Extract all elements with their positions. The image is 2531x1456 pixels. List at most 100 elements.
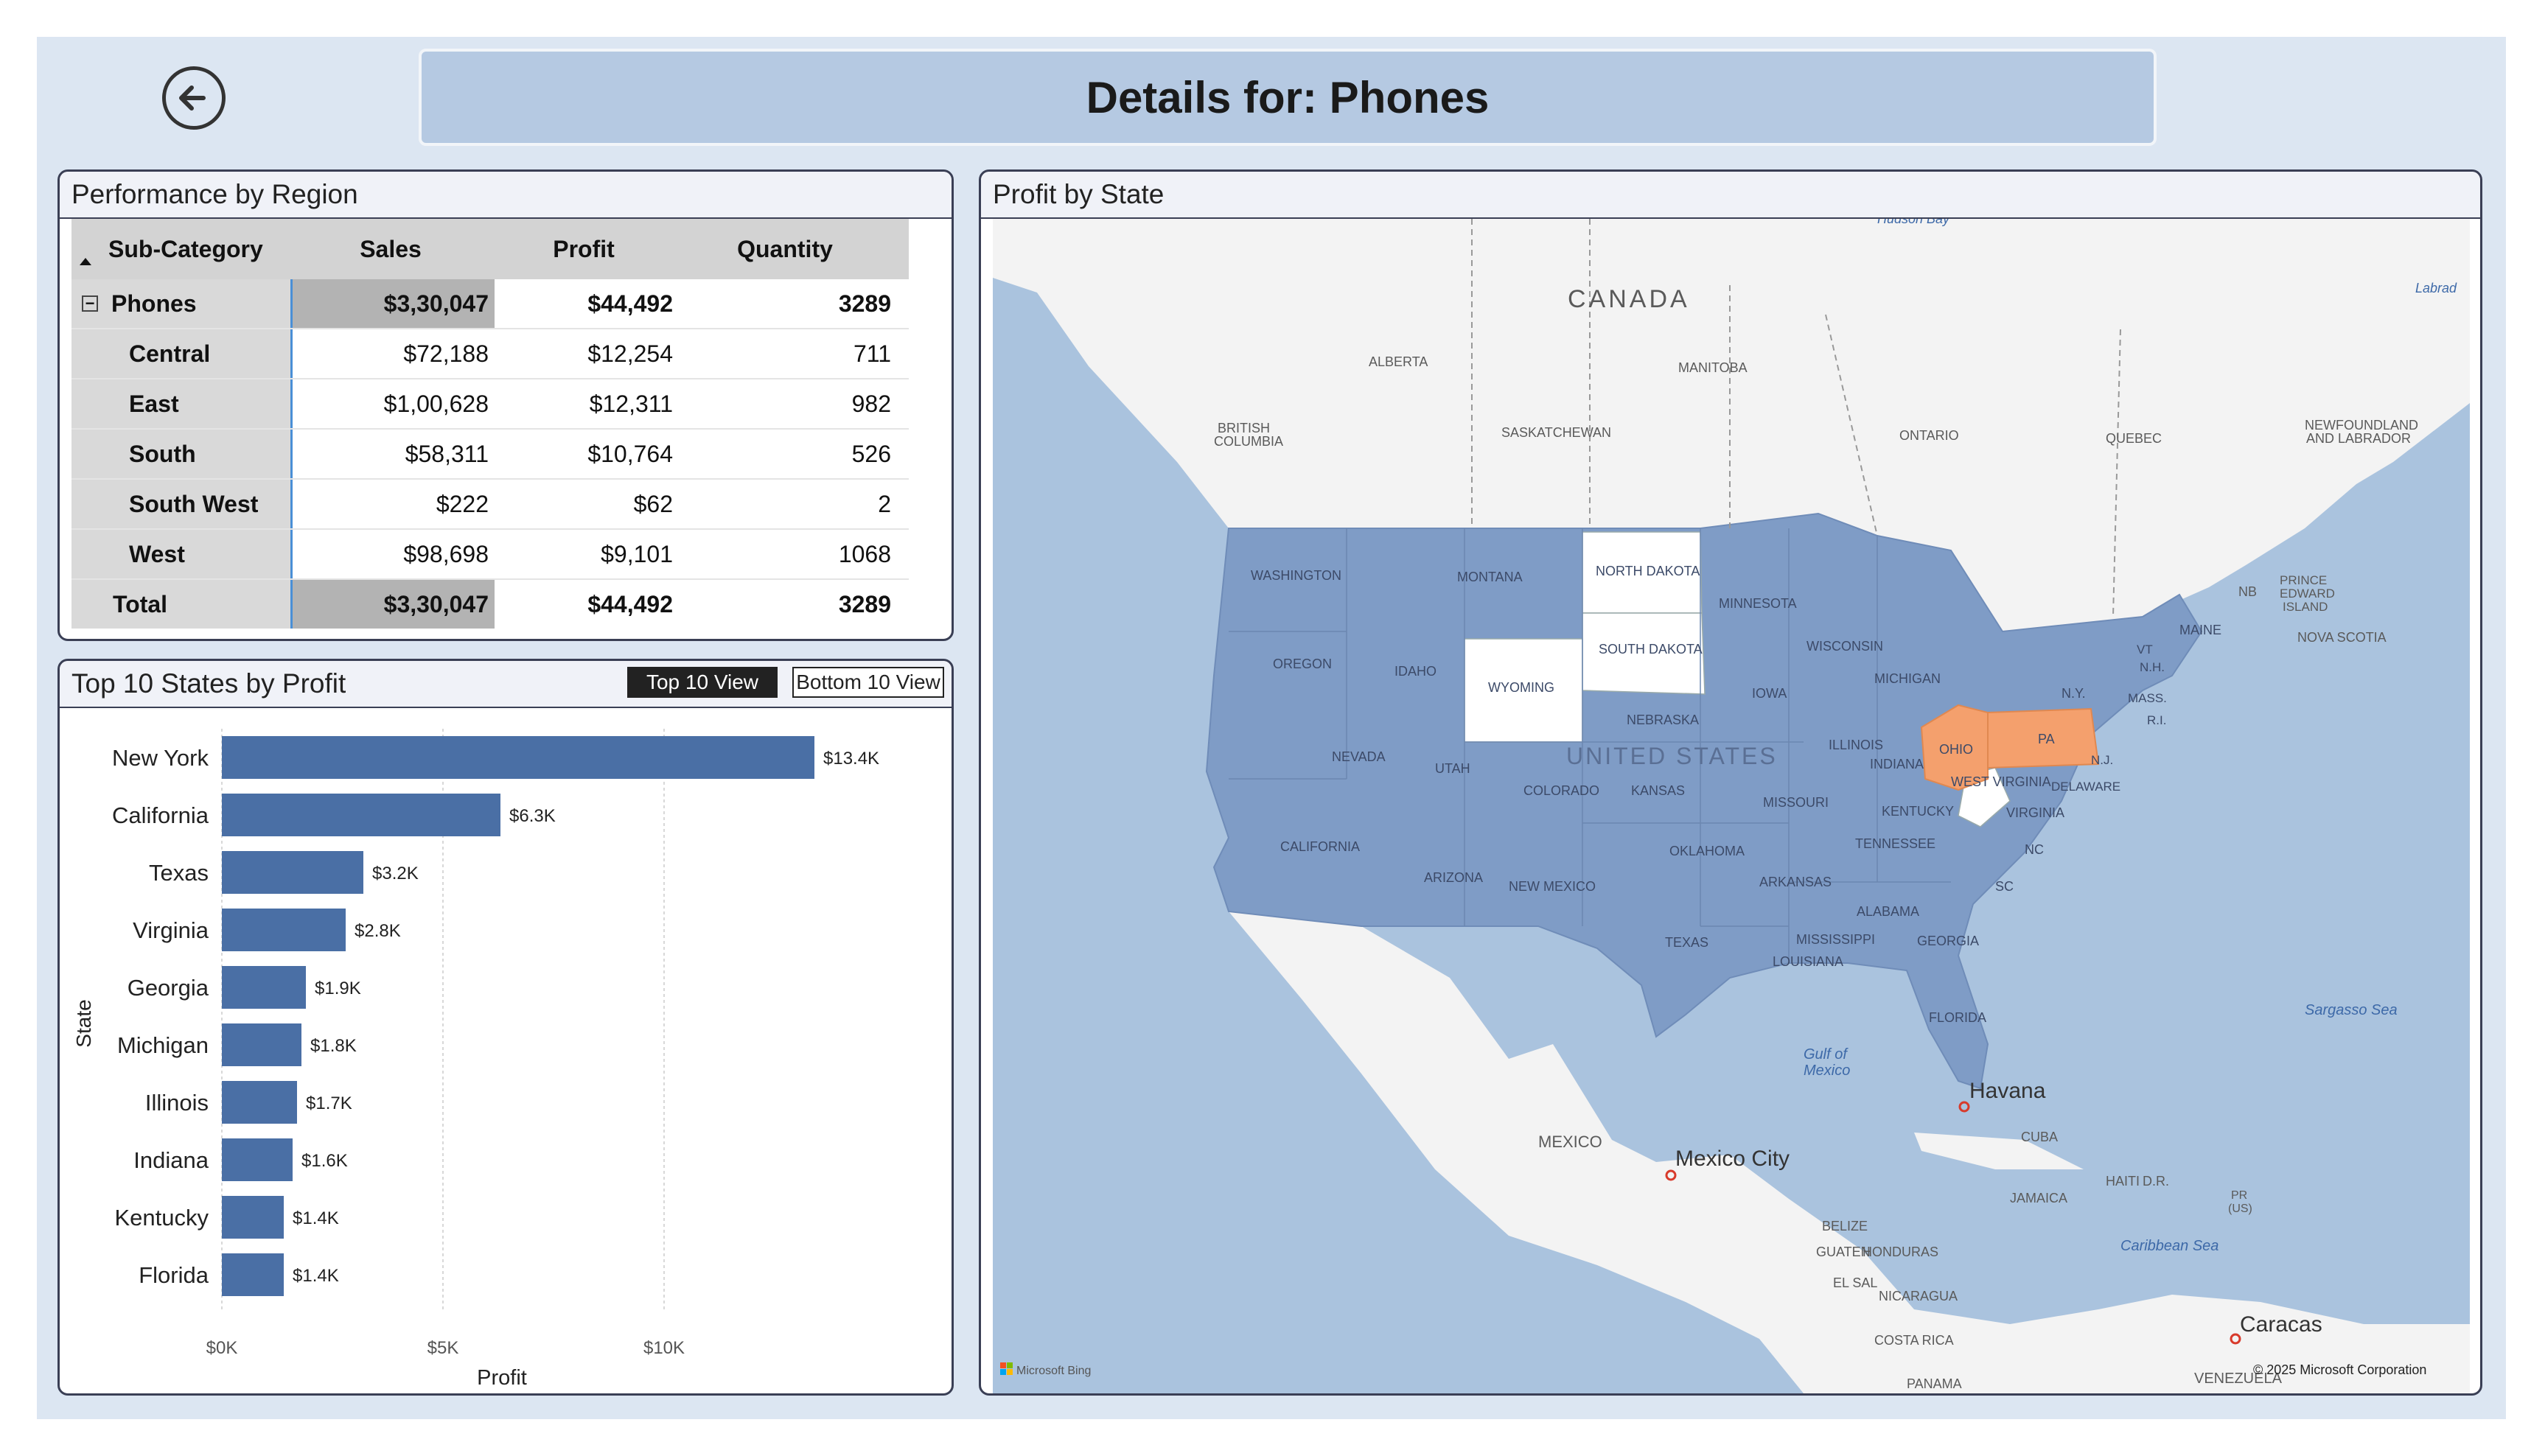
row-label: South — [71, 430, 293, 478]
y-category-label: Florida — [139, 1262, 209, 1288]
map-label: MASS. — [2128, 691, 2167, 705]
map-label: MANITOBA — [1678, 360, 1748, 375]
bar[interactable] — [222, 966, 306, 1009]
data-label: $1.4K — [293, 1208, 339, 1228]
row-quantity: 711 — [853, 340, 891, 367]
column-header-subcategory[interactable]: Sub-Category — [71, 219, 293, 279]
map-label: LOUISIANA — [1773, 954, 1843, 969]
map-label: VIRGINIA — [2006, 805, 2064, 820]
map-label: PANAMA — [1907, 1376, 1962, 1391]
performance-title: Performance by Region — [60, 172, 952, 219]
map-label: NORTH DAKOTA — [1596, 564, 1700, 578]
map-label: JAMAICA — [2010, 1191, 2067, 1205]
bar[interactable] — [222, 909, 346, 951]
map-label: NEWFOUNDLAND — [2305, 418, 2418, 433]
row-profit: $10,764 — [587, 440, 673, 467]
map-label: Havana — [1969, 1079, 2046, 1103]
map-label: IOWA — [1752, 686, 1787, 701]
map-label: WASHINGTON — [1251, 568, 1341, 583]
map-label: MISSISSIPPI — [1796, 932, 1875, 947]
map-svg: CANADA UNITED STATES MEXICO Hudson Bay L… — [993, 219, 2470, 1393]
map-label: MAINE — [2179, 623, 2221, 637]
bar[interactable] — [222, 1023, 301, 1066]
column-header-quantity[interactable]: Quantity — [679, 219, 897, 279]
map-label: SASKATCHEWAN — [1501, 425, 1611, 440]
bar[interactable] — [222, 1253, 284, 1296]
map-label: Caribbean Sea — [2120, 1238, 2218, 1254]
profit-map[interactable]: CANADA UNITED STATES MEXICO Hudson Bay L… — [993, 219, 2470, 1393]
bing-logo-icon — [1000, 1362, 1013, 1375]
map-label: UTAH — [1435, 761, 1470, 776]
map-label: COLUMBIA — [1214, 434, 1283, 449]
row-quantity: 982 — [851, 390, 891, 417]
city-marker-havana — [1958, 1101, 1970, 1113]
y-category-label: Illinois — [145, 1090, 209, 1116]
top-states-title-text: Top 10 States by Profit — [71, 668, 346, 699]
profit-bar-chart: $0K $5K $10K New York $13.4K California $6.3K T… — [72, 729, 879, 1389]
map-label: MISSOURI — [1763, 795, 1829, 810]
row-profit: $62 — [633, 490, 673, 517]
sort-ascending-icon — [80, 258, 91, 265]
map-label: OKLAHOMA — [1669, 844, 1745, 858]
map-label: ILLINOIS — [1829, 738, 1883, 752]
bar[interactable] — [222, 1081, 297, 1124]
back-button[interactable] — [162, 66, 226, 130]
map-label: HAITI — [2106, 1174, 2140, 1189]
group-sales: $3,30,047 — [293, 279, 495, 328]
row-sales: $98,698 — [403, 540, 489, 567]
map-label: NOVA SCOTIA — [2297, 630, 2387, 645]
map-label: WISCONSIN — [1806, 639, 1883, 654]
bottom-10-view-button[interactable]: Bottom 10 View — [792, 667, 944, 698]
group-profit: $44,492 — [587, 290, 673, 317]
map-label: COLORADO — [1523, 783, 1599, 798]
map-label: PRINCE — [2280, 573, 2327, 587]
x-tick-label: $0K — [206, 1338, 238, 1358]
column-header-label: Sub-Category — [108, 235, 263, 262]
row-label: East — [71, 379, 293, 428]
map-label: FLORIDA — [1929, 1010, 1986, 1025]
x-tick-label: $5K — [427, 1338, 459, 1358]
row-label: Central — [71, 329, 293, 378]
map-label: CUBA — [2021, 1130, 2058, 1144]
map-label: (US) — [2228, 1203, 2252, 1215]
row-sales: $222 — [436, 490, 489, 517]
row-profit: $9,101 — [601, 540, 673, 567]
data-label: $3.2K — [372, 864, 419, 883]
bar[interactable] — [222, 736, 814, 779]
data-label: $13.4K — [823, 749, 879, 769]
bar[interactable] — [222, 1196, 284, 1239]
performance-matrix: Sub-Category Sales Profit Quantity − Pho… — [71, 219, 909, 629]
y-category-label: Georgia — [128, 975, 209, 1001]
map-label: NEW MEXICO — [1509, 879, 1596, 894]
bar[interactable] — [222, 794, 500, 836]
map-label: VT — [2137, 643, 2153, 657]
map-label: ALBERTA — [1369, 354, 1428, 369]
top-10-view-button[interactable]: Top 10 View — [627, 667, 778, 698]
data-label: $1.4K — [293, 1266, 339, 1286]
map-label: IDAHO — [1394, 664, 1436, 679]
row-quantity: 526 — [851, 440, 891, 467]
map-label: ISLAND — [2283, 600, 2328, 614]
map-label: CANADA — [1568, 285, 1690, 313]
column-header-sales[interactable]: Sales — [293, 219, 495, 279]
map-label: COSTA RICA — [1874, 1333, 1954, 1348]
row-profit: $12,311 — [589, 390, 673, 417]
bar[interactable] — [222, 851, 363, 894]
x-axis-title: Profit — [477, 1366, 527, 1389]
group-cell: − Phones — [71, 279, 293, 328]
y-category-label: New York — [112, 745, 209, 771]
bar[interactable] — [222, 1138, 293, 1181]
y-category-label: Michigan — [117, 1032, 209, 1058]
collapse-icon[interactable]: − — [82, 295, 98, 312]
data-label: $2.8K — [355, 921, 401, 941]
map-label: HONDURAS — [1863, 1245, 1938, 1259]
group-name: Phones — [111, 290, 197, 317]
matrix-total-row: Total $3,30,047 $44,492 3289 — [71, 580, 909, 629]
map-label: EL SAL — [1833, 1275, 1877, 1290]
row-quantity: 1068 — [838, 540, 891, 567]
map-label: Sargasso Sea — [2305, 1002, 2398, 1018]
map-label: TENNESSEE — [1855, 836, 1935, 851]
column-header-profit[interactable]: Profit — [495, 219, 679, 279]
map-label: NEVADA — [1332, 749, 1386, 764]
row-quantity: 2 — [878, 490, 891, 517]
